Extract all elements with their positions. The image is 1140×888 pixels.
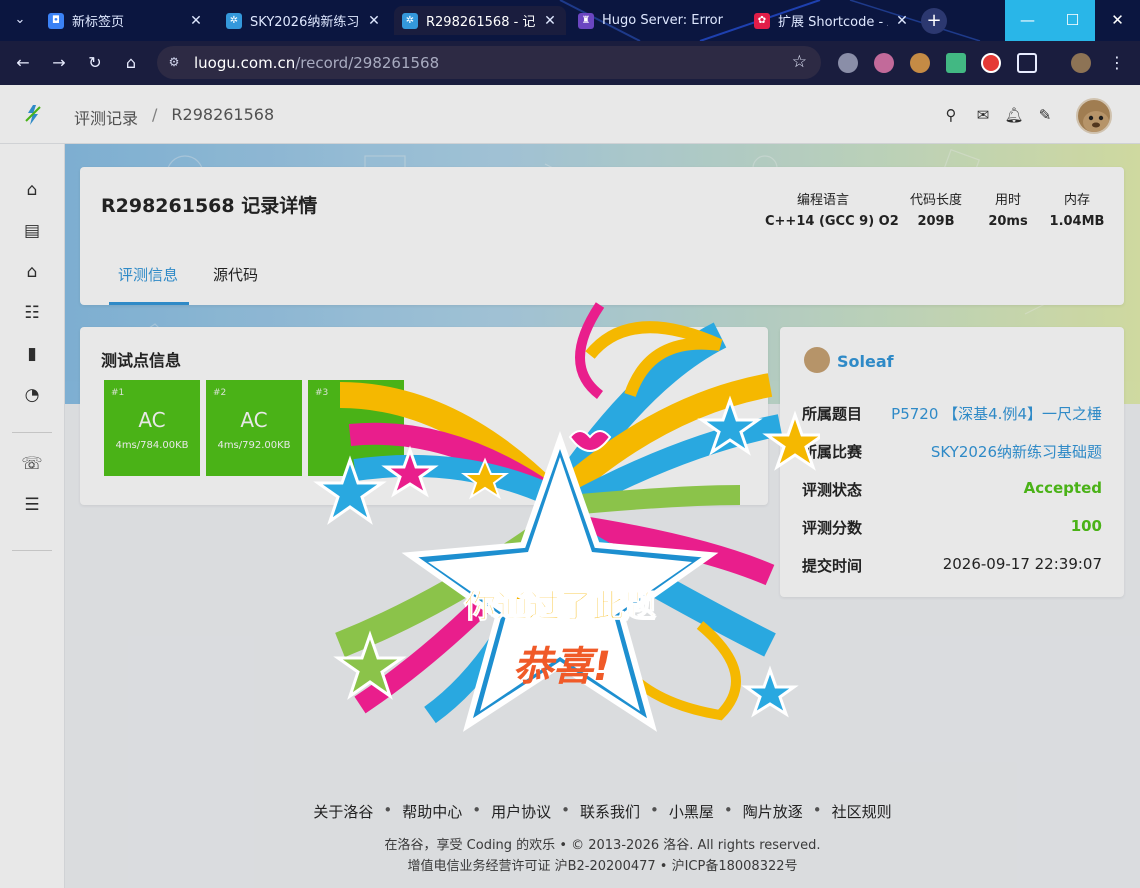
reload-icon[interactable]: ↻	[81, 49, 109, 77]
cookie-extension-icon[interactable]	[910, 53, 930, 73]
tab-title: 扩展 Shortcode - A	[778, 15, 888, 30]
browser-tab-bar: ⌄ ◘ 新标签页 ✕ ✲ SKY2026纳新练习基 ✕ ✲ R298261568…	[0, 0, 1140, 41]
color-picker-extension-icon[interactable]	[874, 53, 894, 73]
congrats-line2: 恭喜!	[513, 644, 611, 690]
congratulations-star-animation[interactable]: 你通过了此题 恭喜!	[300, 245, 820, 735]
tab-record-active[interactable]: ✲ R298261568 - 记录 ✕	[394, 6, 566, 35]
tab-close-icon[interactable]: ✕	[188, 13, 204, 29]
profile-avatar-icon[interactable]	[1071, 53, 1091, 73]
url-text[interactable]: luogu.com.cn/record/298261568	[194, 54, 439, 72]
close-window-button[interactable]: ✕	[1095, 0, 1140, 41]
url-host: luogu.com.cn	[194, 54, 296, 72]
tab-title: 新标签页	[72, 15, 125, 30]
home-icon[interactable]: ⌂	[117, 49, 145, 77]
extensions-puzzle-icon[interactable]	[1017, 53, 1037, 73]
tab-close-icon[interactable]: ✕	[366, 13, 382, 29]
luogu-favicon-icon: ✲	[402, 12, 418, 29]
ublock-extension-icon[interactable]	[981, 53, 1001, 73]
shortcode-favicon-icon: ✿	[754, 12, 770, 29]
luogu-page: 评测记录 / R298261568 ⚲ ✉ 🔔︎ ✎ ⌂ ▤ ⌂ ☷ ▮ ◔ ☏…	[0, 85, 1140, 888]
tab-close-icon[interactable]: ✕	[542, 13, 558, 29]
site-info-icon[interactable]: ⚙	[165, 53, 183, 71]
tab-title: R298261568 - 记录	[426, 15, 536, 30]
tab-sky2026[interactable]: ✲ SKY2026纳新练习基 ✕	[218, 6, 390, 35]
back-arrow-icon[interactable]: ←	[9, 49, 37, 77]
luogu-favicon-icon: ✲	[226, 12, 242, 29]
tab-title: Hugo Server: Error	[602, 13, 723, 28]
minimize-button[interactable]: —	[1005, 0, 1050, 41]
url-path: /record/298261568	[295, 54, 440, 72]
vue-devtools-extension-icon[interactable]	[946, 53, 966, 73]
congrats-line1: 你通过了此题	[463, 587, 656, 625]
screenshot-extension-icon[interactable]	[838, 53, 858, 73]
tab-new-tab[interactable]: ◘ 新标签页 ✕	[40, 6, 212, 35]
bookmark-star-icon[interactable]: ☆	[792, 52, 807, 72]
tab-close-icon[interactable]: ✕	[894, 13, 910, 29]
new-tab-favicon-icon: ◘	[48, 12, 64, 29]
tab-search-chevron-icon[interactable]: ⌄	[8, 8, 32, 32]
browser-menu-icon[interactable]: ⋮	[1103, 49, 1131, 77]
forward-arrow-icon[interactable]: →	[45, 49, 73, 77]
tab-title: SKY2026纳新练习基	[250, 15, 360, 30]
tab-hugo-server[interactable]: ♜ Hugo Server: Error	[570, 6, 742, 35]
maximize-button[interactable]: ☐	[1050, 0, 1095, 41]
browser-toolbar: ← → ↻ ⌂ ⚙ luogu.com.cn/record/298261568 …	[0, 41, 1140, 85]
tab-shortcode[interactable]: ✿ 扩展 Shortcode - A ✕	[746, 6, 918, 35]
address-bar[interactable]: ⚙ luogu.com.cn/record/298261568 ☆	[157, 46, 821, 79]
new-tab-button[interactable]: +	[921, 8, 947, 34]
hugo-favicon-icon: ♜	[578, 12, 594, 29]
